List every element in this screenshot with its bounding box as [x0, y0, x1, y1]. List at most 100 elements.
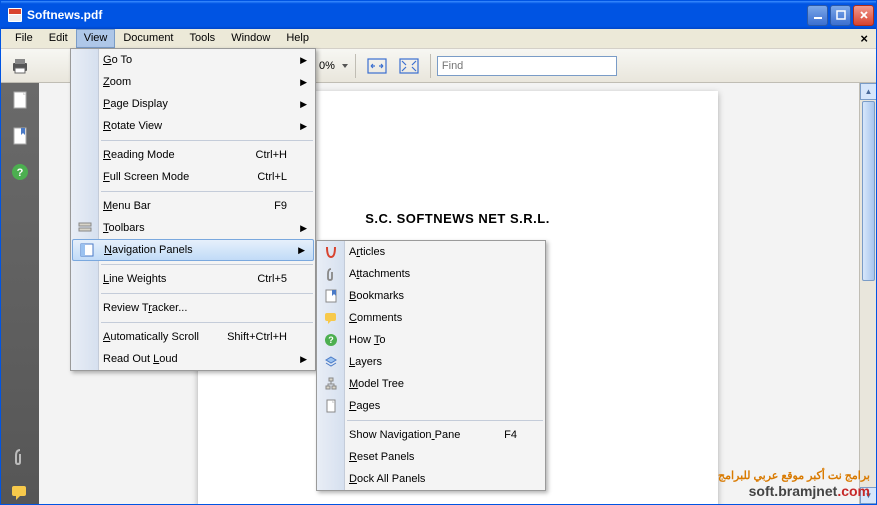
articles-icon: [323, 244, 339, 260]
menu-item-label: Toolbars: [103, 222, 145, 234]
howto-icon: ?: [323, 332, 339, 348]
menu-item-label: Layers: [349, 356, 382, 368]
view-menu-item-toolbars[interactable]: Toolbars ▶: [71, 217, 315, 239]
menu-item-label: Dock All Panels: [349, 473, 425, 485]
menu-separator: [101, 293, 313, 294]
menu-tools[interactable]: Tools: [182, 29, 224, 48]
submenu-arrow-icon: ▶: [300, 223, 307, 234]
view-menu-item-menu-bar[interactable]: Menu BarF9: [71, 195, 315, 217]
view-menu-item-review-tracker-[interactable]: Review Tracker...: [71, 297, 315, 319]
menu-item-label: Read Out Loud: [103, 353, 178, 365]
watermark: برامج نت أكبر موقع عربي للبرامج soft.bra…: [718, 470, 870, 500]
minimize-button[interactable]: [807, 5, 828, 26]
menu-document[interactable]: Document: [115, 29, 181, 48]
navpanels-submenu-item-show-navigation-pane[interactable]: Show Navigation PaneF4: [317, 424, 545, 446]
menu-separator: [347, 420, 543, 421]
menu-item-label: Model Tree: [349, 378, 404, 390]
menu-item-label: Review Tracker...: [103, 302, 187, 314]
menu-separator: [101, 264, 313, 265]
dropdown-arrow-icon[interactable]: [341, 62, 349, 70]
menu-view[interactable]: View: [76, 29, 116, 48]
view-menu-item-automatically-scroll[interactable]: Automatically ScrollShift+Ctrl+H: [71, 326, 315, 348]
scroll-up-button[interactable]: ▲: [860, 83, 876, 100]
watermark-line1: برامج نت أكبر موقع عربي للبرامج: [718, 470, 870, 483]
navpanels-submenu-item-model-tree[interactable]: Model Tree: [317, 373, 545, 395]
navpanels-submenu-item-pages[interactable]: Pages: [317, 395, 545, 417]
menu-separator: [101, 322, 313, 323]
layers-icon: [323, 354, 339, 370]
menu-item-label: How To: [349, 334, 386, 346]
view-menu-item-rotate-view[interactable]: Rotate View▶: [71, 115, 315, 137]
app-icon: [7, 7, 23, 23]
svg-text:?: ?: [17, 167, 24, 179]
shortcut-label: F4: [504, 429, 517, 441]
menu-separator: [101, 140, 313, 141]
view-menu-item-line-weights[interactable]: Line WeightsCtrl+5: [71, 268, 315, 290]
menu-item-label: Automatically Scroll: [103, 331, 199, 343]
print-button[interactable]: [5, 52, 35, 80]
howto-panel-button[interactable]: ?: [9, 161, 31, 183]
pages-icon: [323, 398, 339, 414]
menu-window[interactable]: Window: [223, 29, 278, 48]
view-menu-item-page-display[interactable]: Page Display ▶: [71, 93, 315, 115]
navpanels-submenu-item-reset-panels[interactable]: Reset Panels: [317, 446, 545, 468]
bookmarks-icon: [323, 288, 339, 304]
menu-item-label: Articles: [349, 246, 385, 258]
shortcut-label: Ctrl+H: [256, 149, 287, 161]
navpanels-submenu-item-how-to[interactable]: ? How To: [317, 329, 545, 351]
menu-separator: [101, 191, 313, 192]
bookmarks-panel-button[interactable]: [9, 125, 31, 147]
menu-edit[interactable]: Edit: [41, 29, 76, 48]
menu-item-label: Full Screen Mode: [103, 171, 189, 183]
navpanels-submenu-item-bookmarks[interactable]: Bookmarks: [317, 285, 545, 307]
menu-item-label: Navigation Panels: [104, 244, 193, 256]
nav-panels-icon: [79, 242, 95, 258]
view-menu-item-zoom[interactable]: Zoom▶: [71, 71, 315, 93]
menu-item-label: Page Display: [103, 98, 168, 110]
view-menu-item-full-screen-mode[interactable]: Full Screen ModeCtrl+L: [71, 166, 315, 188]
view-menu-item-go-to[interactable]: Go To▶: [71, 49, 315, 71]
navpanels-submenu-item-dock-all-panels[interactable]: Dock All Panels: [317, 468, 545, 490]
navpanels-submenu-item-comments[interactable]: Comments: [317, 307, 545, 329]
attachments-panel-button[interactable]: [9, 446, 31, 468]
modeltree-icon: [323, 376, 339, 392]
pages-panel-button[interactable]: [9, 89, 31, 111]
view-menu-item-read-out-loud[interactable]: Read Out Loud ▶: [71, 348, 315, 370]
navpanels-submenu-item-articles[interactable]: Articles: [317, 241, 545, 263]
menu-file[interactable]: File: [7, 29, 41, 48]
view-menu-item-reading-mode[interactable]: Reading ModeCtrl+H: [71, 144, 315, 166]
fit-page-button[interactable]: [394, 52, 424, 80]
close-document-button[interactable]: ×: [852, 29, 876, 48]
fit-width-button[interactable]: [362, 52, 392, 80]
menu-item-label: Line Weights: [103, 273, 166, 285]
find-input[interactable]: [437, 56, 617, 76]
scroll-thumb[interactable]: [862, 101, 875, 281]
submenu-arrow-icon: ▶: [300, 77, 307, 88]
view-menu-item-navigation-panels[interactable]: Navigation Panels▶: [72, 239, 314, 261]
menu-help[interactable]: Help: [278, 29, 317, 48]
close-button[interactable]: [853, 5, 874, 26]
separator: [355, 54, 356, 78]
comments-panel-button[interactable]: [9, 482, 31, 504]
submenu-arrow-icon: ▶: [300, 354, 307, 365]
navpanels-submenu-item-attachments[interactable]: Attachments: [317, 263, 545, 285]
maximize-button[interactable]: [830, 5, 851, 26]
comments-icon: [323, 310, 339, 326]
titlebar: Softnews.pdf: [1, 1, 876, 29]
menu-item-label: Attachments: [349, 268, 410, 280]
toolbars-icon: [77, 220, 93, 236]
menu-item-label: Bookmarks: [349, 290, 404, 302]
view-dropdown-menu: Go To▶Zoom▶ Page Display ▶ Rotate View▶ Read…: [70, 48, 316, 371]
navigation-sidebar: ?: [1, 83, 39, 504]
vertical-scrollbar[interactable]: ▲ ▼: [859, 83, 876, 504]
navigation-panels-submenu: Articles Attachments Bookmarks Comments? How…: [316, 240, 546, 491]
window-title: Softnews.pdf: [27, 8, 807, 22]
attachments-icon: [323, 266, 339, 282]
submenu-arrow-icon: ▶: [300, 99, 307, 110]
submenu-arrow-icon: ▶: [300, 55, 307, 66]
menu-item-label: Pages: [349, 400, 380, 412]
navpanels-submenu-item-layers[interactable]: Layers: [317, 351, 545, 373]
menu-item-label: Reset Panels: [349, 451, 414, 463]
zoom-value: 0%: [319, 60, 339, 72]
watermark-line2: soft.bramjnet.com: [718, 483, 870, 500]
